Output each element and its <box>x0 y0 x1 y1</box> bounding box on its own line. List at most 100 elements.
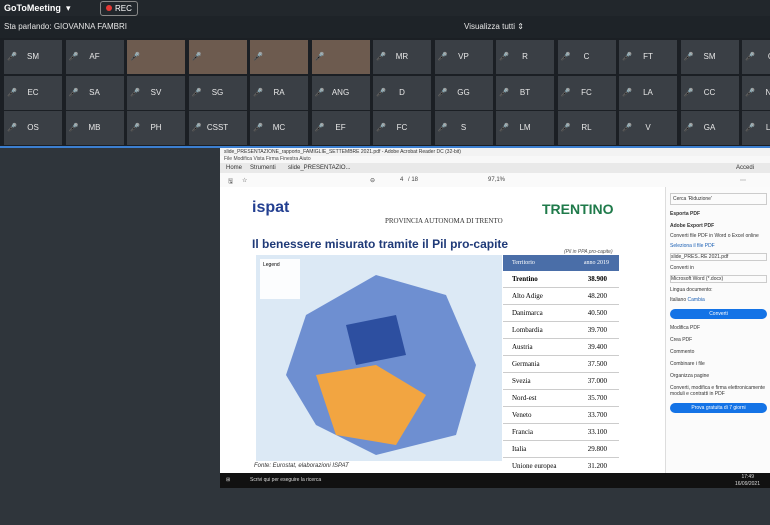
trial-button[interactable]: Prova gratuita di 7 giorni <box>670 403 767 413</box>
more-icon[interactable]: ⋯ <box>740 177 746 184</box>
window-title: slide_PRESENTAZIONE_rapporto_FAMIGLIE_SE… <box>220 148 770 156</box>
participant-initials: ANG <box>331 88 350 97</box>
participant-tile[interactable]: 🎤 OS <box>4 111 62 145</box>
save-icon[interactable]: 🖫 <box>228 177 233 187</box>
windows-start-icon[interactable]: ⊞ <box>226 477 230 483</box>
participant-tile[interactable]: 🎤 EF <box>311 111 370 145</box>
tab-bar: Home Strumenti slide_PRESENTAZIO... Acce… <box>220 163 770 173</box>
participant-tile[interactable]: 🎤 C <box>557 40 616 74</box>
format-select[interactable]: Microsoft Word (*.docx) <box>670 275 767 283</box>
speaking-label: Sta parlando: GIOVANNA FAMBRI <box>4 22 128 31</box>
participant-tile[interactable]: 🎤 S <box>434 111 493 145</box>
participant-tile[interactable]: 🎤 V <box>619 111 677 145</box>
participant-tile[interactable]: 🎤 SM <box>4 40 62 74</box>
participant-tile[interactable]: 🎤 RA <box>250 76 308 110</box>
participant-tile[interactable]: 🎤 FT <box>619 40 677 74</box>
tab-home[interactable]: Home <box>226 165 242 171</box>
participant-tile[interactable]: 🎤G <box>742 40 770 74</box>
tool-item[interactable]: Combinare i file <box>670 361 767 367</box>
table-cell-value: 31.200 <box>587 462 607 470</box>
participant-tile[interactable]: 🎤 VP <box>434 40 493 74</box>
participant-tile[interactable]: 🎤 MR <box>373 40 431 74</box>
participant-tile[interactable]: 🎤 ANG <box>311 76 370 110</box>
participant-initials: SV <box>150 88 162 97</box>
page-number-field[interactable]: 4 <box>400 177 403 183</box>
promo: Converti, modifica e firma elettronicame… <box>670 385 766 397</box>
mic-muted-icon: 🎤 <box>437 123 448 132</box>
taskbar-search[interactable]: Scrivi qui per eseguire la ricerca <box>250 477 321 483</box>
file-field[interactable]: slide_PRES..RE 2021.pdf <box>670 253 767 261</box>
signin-button[interactable]: Accedi <box>736 165 754 171</box>
participant-tile[interactable]: 🎤 SG <box>188 76 247 110</box>
tool-item[interactable]: Organizza pagine <box>670 373 767 379</box>
slide-title: Il benessere misurato tramite il Pil pro… <box>252 237 509 251</box>
participant-initials: AF <box>89 52 100 61</box>
participant-tile[interactable]: 🎤 LC <box>742 111 770 145</box>
zoom-field[interactable]: 97,1% <box>488 177 505 183</box>
participant-initials: S <box>460 123 467 132</box>
tab-tools[interactable]: Strumenti <box>250 165 276 171</box>
participant-tile[interactable]: 🎤 NA <box>742 76 770 110</box>
participant-tile[interactable]: 🎤 LM <box>496 111 554 145</box>
participant-tile[interactable]: 🎤 AF <box>65 40 124 74</box>
participant-tile[interactable]: 🎤 <box>127 40 185 74</box>
participant-tile[interactable]: 🎤 SA <box>65 76 124 110</box>
participant-tile[interactable]: 🎤 LA <box>619 76 677 110</box>
participant-tile[interactable]: 🎤 GA <box>680 111 739 145</box>
participant-tile[interactable]: 🎤 MB <box>65 111 124 145</box>
mic-muted-icon: 🎤 <box>683 123 694 132</box>
participant-tile[interactable]: 🎤 GG <box>434 76 493 110</box>
mic-muted-icon: 🎤 <box>376 88 386 97</box>
participant-tile[interactable]: 🎤 MC <box>250 111 308 145</box>
participant-initials: GA <box>703 123 716 132</box>
participant-tile[interactable]: 🎤 R <box>496 40 554 74</box>
participant-tile[interactable]: 🎤 <box>311 40 370 74</box>
participant-initials: C <box>583 52 590 61</box>
participant-initials: V <box>645 123 651 132</box>
participant-tile[interactable]: 🎤 CSST <box>188 111 247 145</box>
participant-initials: MB <box>88 123 101 132</box>
mic-muted-icon: 🎤 <box>130 88 140 97</box>
tool-item[interactable]: Crea PDF <box>670 337 767 343</box>
participant-tile[interactable]: 🎤 SM <box>680 40 739 74</box>
tool-item[interactable]: Modifica PDF <box>670 325 767 331</box>
view-all-button[interactable]: Visualizza tutti ⇕ <box>464 22 524 31</box>
rec-dot-icon <box>106 5 112 11</box>
participant-tile[interactable]: 🎤 PH <box>127 111 185 145</box>
tool-item[interactable]: Commento <box>670 349 767 355</box>
participant-tile[interactable]: 🎤 SV <box>127 76 185 110</box>
mic-muted-icon: 🎤 <box>376 52 386 61</box>
participant-tile[interactable]: 🎤 EC <box>4 76 62 110</box>
tab-document[interactable]: slide_PRESENTAZIO... <box>288 165 351 171</box>
participant-tile[interactable]: 🎤 D <box>373 76 431 110</box>
participant-tile[interactable]: 🎤 CC <box>680 76 739 110</box>
participant-tile[interactable]: 🎤 <box>188 40 247 74</box>
mic-muted-icon: 🎤 <box>314 88 325 97</box>
app-logo[interactable]: GoToMeeting <box>4 3 61 13</box>
prev-page-icon[interactable]: ⊖ <box>370 177 375 184</box>
mic-muted-icon: 🎤 <box>253 88 263 97</box>
participant-tile[interactable]: 🎤 RL <box>557 111 616 145</box>
table-header: Territorio anno 2019 <box>503 255 619 271</box>
participant-initials: CC <box>703 88 716 97</box>
menu-bar[interactable]: File Modifica Vista Firma Finestra Aiuto <box>220 156 770 163</box>
participant-tile[interactable]: 🎤 BT <box>496 76 554 110</box>
chevron-down-icon[interactable]: ▾ <box>66 3 71 14</box>
search-field[interactable]: Cerca 'Riduzione' <box>670 193 767 205</box>
mic-muted-icon: 🎤 <box>622 123 632 132</box>
table-cell-value: 48.200 <box>587 292 607 300</box>
participant-initials: FC <box>581 88 592 97</box>
table-cell-name: Italia <box>512 445 527 453</box>
export-pdf[interactable]: Esporta PDF <box>670 211 767 217</box>
mic-muted-icon: 🎤 <box>253 52 263 61</box>
convert-button[interactable]: Converti <box>670 309 767 319</box>
table-row: Germania 37.500 <box>503 356 619 373</box>
participant-initials: FT <box>643 52 653 61</box>
star-icon[interactable]: ☆ <box>242 177 247 184</box>
participant-tile[interactable]: 🎤 FC <box>373 111 431 145</box>
participant-tile[interactable]: 🎤 FC <box>557 76 616 110</box>
participant-tile[interactable]: 🎤 <box>250 40 308 74</box>
participant-initials: D <box>399 88 405 97</box>
mic-muted-icon: 🎤 <box>499 88 509 97</box>
change-lang[interactable]: Cambia <box>688 297 705 303</box>
